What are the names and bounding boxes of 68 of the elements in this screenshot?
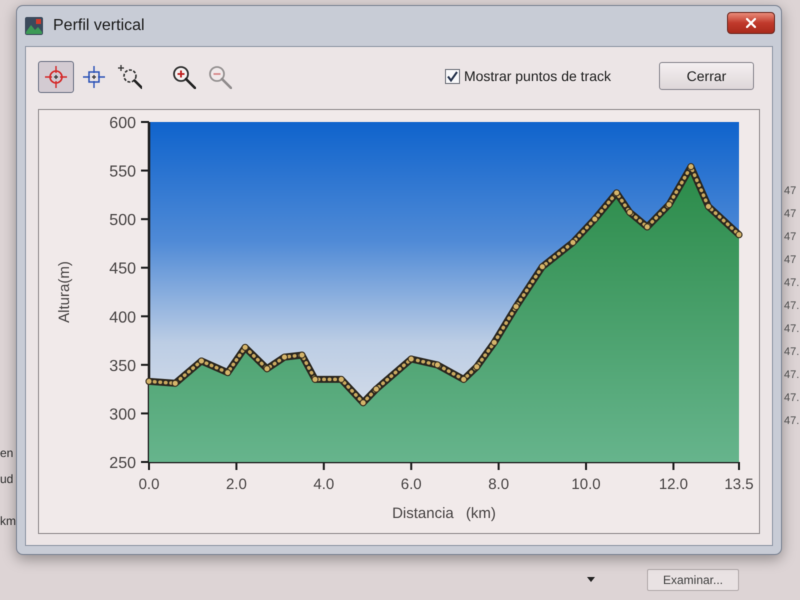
x-axis-title: Distancia (km) [392,505,496,522]
table-cell-text: 47. [784,322,800,337]
track-point [264,365,270,372]
track-point [338,376,345,383]
y-tick-label: 550 [109,164,136,181]
track-point [736,231,742,238]
table-cell-text: 47. [784,299,800,314]
track-point [360,399,367,406]
table-cell-text: 47. [784,368,800,383]
table-cell-text: en [0,445,14,462]
x-tick-label: 13.5 [724,476,754,493]
crosshair-icon [83,66,105,88]
table-cell-text: 47. [784,276,800,291]
table-cell-text: 47 [784,207,798,222]
x-tick-label: 10.0 [571,476,601,493]
caret-down-icon[interactable] [587,577,595,582]
close-button[interactable]: Cerrar [659,62,754,90]
table-cell-text: 47 [784,253,798,268]
zoom-out-icon [208,65,232,89]
track-point [687,163,694,170]
table-cell-text: 47 [784,230,798,245]
track-point [146,378,152,385]
crosshair-icon [45,66,67,88]
track-point [490,339,498,346]
y-tick-label: 350 [109,358,136,375]
track-point [591,216,598,223]
track-point [372,386,380,393]
close-icon [746,18,756,28]
table-cell-text: 47. [784,391,800,406]
x-tick-label: 0.0 [138,476,160,493]
track-point [242,344,249,351]
track-point [312,376,319,383]
track-point [434,361,441,368]
y-tick-label: 450 [109,260,136,278]
x-tick-label: 12.0 [658,476,688,493]
table-cell-text: ud [0,471,14,488]
map-app-icon [25,17,43,35]
x-tick-label: 2.0 [226,476,247,493]
track-point [408,356,415,363]
y-tick-label: 500 [109,212,136,230]
track-point [666,201,673,208]
track-point [613,189,620,196]
track-point [538,263,546,270]
table-cell-text: 47. [784,345,800,360]
track-point [512,303,520,310]
y-tick-label: 600 [109,115,136,132]
table-cell-text: km [0,513,16,530]
track-point [473,363,480,370]
checkbox[interactable] [444,68,460,84]
track-point [224,369,232,376]
browse-button[interactable]: Examinar... [647,568,739,590]
y-tick-label: 400 [109,309,136,326]
track-point [298,352,306,359]
table-cell-text: 47 [784,184,798,199]
window-title: Perfil vertical [53,16,145,36]
window-close-button[interactable] [727,12,775,34]
checkmark-icon [446,70,458,82]
zoom-in-icon [172,65,196,89]
x-tick-label: 4.0 [313,476,334,493]
table-cell-text: 47. [784,414,800,429]
zoom-box-icon [118,65,142,89]
y-tick-label: 250 [109,455,136,472]
track-point [626,208,634,216]
x-tick-label: 6.0 [400,476,422,493]
checkbox-label: Mostrar puntos de track [464,66,611,86]
y-axis-title: Altura(m) [56,261,73,323]
x-tick-label: 8.0 [488,476,510,493]
y-tick-label: 300 [109,406,136,424]
